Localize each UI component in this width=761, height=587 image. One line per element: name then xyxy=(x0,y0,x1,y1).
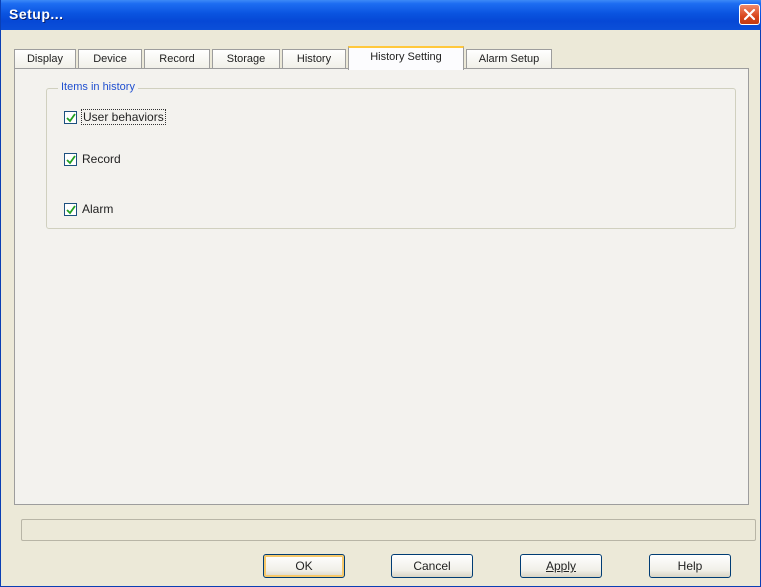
check-icon xyxy=(66,113,76,123)
window-title: Setup... xyxy=(9,6,64,22)
history-setting-panel: Items in history User behaviors Record A… xyxy=(14,68,749,505)
tab-storage[interactable]: Storage xyxy=(212,49,280,69)
checkbox-box[interactable] xyxy=(64,111,77,124)
check-icon xyxy=(66,155,76,165)
alarm-label[interactable]: Alarm xyxy=(82,202,113,216)
tab-history[interactable]: History xyxy=(282,49,346,69)
checkbox-box[interactable] xyxy=(64,203,77,216)
tab-alarm-setup[interactable]: Alarm Setup xyxy=(466,49,552,69)
status-bar xyxy=(21,519,756,541)
cancel-button[interactable]: Cancel xyxy=(391,554,473,578)
tab-display[interactable]: Display xyxy=(14,49,76,69)
title-bar[interactable]: Setup... xyxy=(1,0,761,30)
help-button[interactable]: Help xyxy=(649,554,731,578)
checkbox-box[interactable] xyxy=(64,153,77,166)
setup-dialog: Setup... Display Device Record Storage H… xyxy=(0,0,761,587)
group-legend: Items in history xyxy=(58,81,138,93)
tab-record[interactable]: Record xyxy=(144,49,210,69)
apply-button[interactable]: Apply xyxy=(520,554,602,578)
check-icon xyxy=(66,205,76,215)
tab-history-setting[interactable]: History Setting xyxy=(348,46,464,70)
items-in-history-group: Items in history User behaviors Record A… xyxy=(46,81,736,229)
user-behaviors-label[interactable]: User behaviors xyxy=(81,109,166,125)
close-icon xyxy=(743,8,756,21)
close-button[interactable] xyxy=(739,4,760,25)
tab-device[interactable]: Device xyxy=(78,49,142,69)
record-label[interactable]: Record xyxy=(82,152,121,166)
tab-strip: Display Device Record Storage History Hi… xyxy=(14,46,749,70)
ok-button[interactable]: OK xyxy=(263,554,345,578)
